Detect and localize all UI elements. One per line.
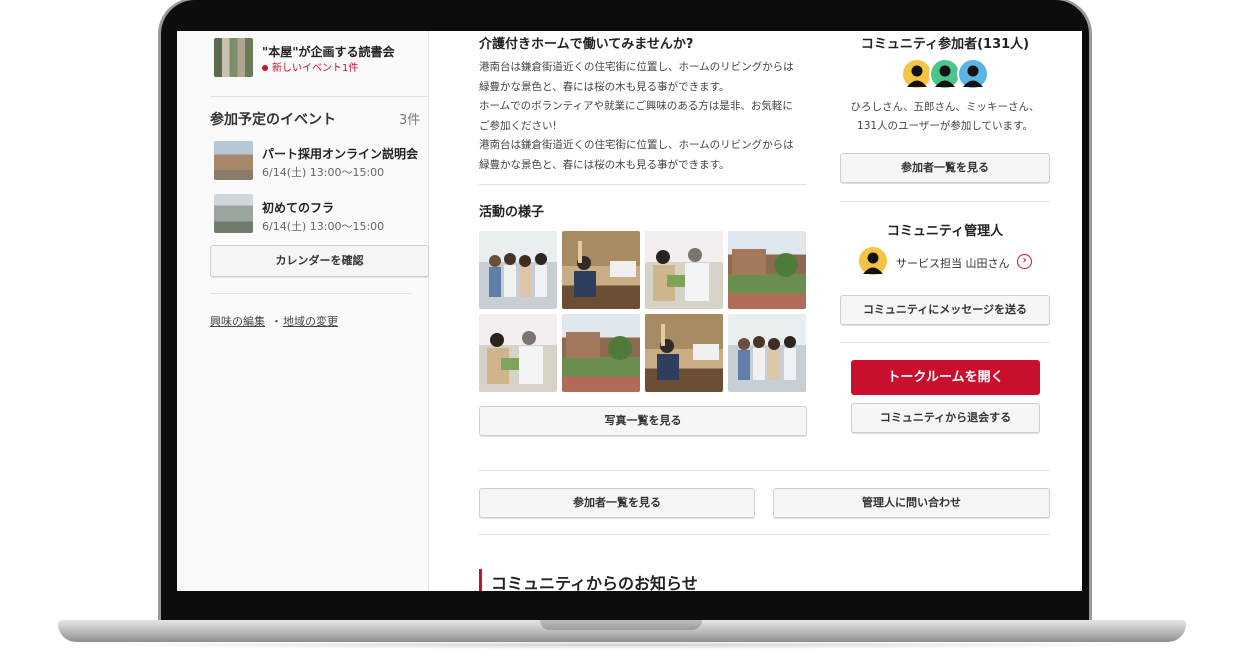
event-date: 6/14(土) 13:00〜15:00 (262, 220, 385, 233)
activity-photo[interactable] (645, 231, 723, 309)
person-icon (935, 65, 955, 87)
activity-photo[interactable] (479, 314, 557, 392)
volunteer-photo-image (653, 248, 709, 301)
open-talkroom-button[interactable]: トークルームを開く (851, 360, 1040, 395)
volunteer-photo-image (487, 331, 543, 384)
members-text: ひろしさん、五郎さん、ミッキーさん、 (850, 101, 1040, 113)
classroom-photo-image (657, 324, 719, 380)
intro-title: 介護付きホームで働いてみませんか? (479, 37, 694, 52)
right-divider (840, 201, 1050, 202)
edit-interests-link[interactable]: 興味の編集 (210, 313, 265, 329)
admin-name: サービス担当 山田さん (896, 257, 1010, 270)
new-event-badge-label: 新しいイベント1件 (272, 63, 359, 74)
calendar-button[interactable]: カレンダーを確認 (210, 245, 429, 277)
news-title: コミュニティからのお知らせ (491, 574, 698, 591)
featured-event-title[interactable]: "本屋"が企画する読書会 (262, 43, 395, 60)
content-divider (479, 184, 807, 185)
campus-photo-image (566, 332, 632, 360)
activity-photo[interactable] (728, 314, 806, 392)
leave-community-button[interactable]: コミュニティから退会する (851, 403, 1040, 433)
intro-line: ご参加ください! (479, 119, 557, 132)
upcoming-count: 3件 (399, 113, 421, 128)
event-thumbnail[interactable] (214, 141, 253, 180)
screen: "本屋"が企画する読書会 新しいイベント1件 参加予定のイベント 3件 パート採… (177, 31, 1082, 591)
intro-line: 港南台は鎌倉街道近くの住宅街に位置し、ホームのリビングからは (479, 61, 794, 73)
activity-photo[interactable] (562, 314, 640, 392)
event-title[interactable]: パート採用オンライン説明会 (262, 145, 418, 162)
content-divider (479, 470, 1050, 471)
laptop-shadow (70, 641, 1174, 649)
members-text: 131人のユーザーが参加しています。 (857, 120, 1033, 132)
laptop-notch (540, 620, 702, 630)
new-dot-icon (262, 65, 268, 71)
admin-avatar (857, 245, 889, 277)
members-title: コミュニティ参加者(131人) (860, 37, 1030, 52)
activity-photo[interactable] (728, 231, 806, 309)
featured-event-thumbnail[interactable] (214, 38, 253, 77)
sidebar-divider (210, 293, 412, 294)
activity-photo[interactable] (645, 314, 723, 392)
activity-title: 活動の様子 (479, 205, 545, 220)
members-list-button-bottom[interactable]: 参加者一覧を見る (479, 488, 755, 518)
new-event-badge: 新しいイベント1件 (262, 59, 358, 74)
upcoming-heading: 参加予定のイベント (210, 112, 336, 128)
person-icon (907, 65, 927, 87)
change-region-link[interactable]: 地域の変更 (283, 313, 338, 329)
link-separator: ・ (271, 315, 282, 328)
person-icon (963, 65, 983, 87)
activity-photo[interactable] (562, 231, 640, 309)
intro-line: 港南台は鎌倉街道近くの住宅街に位置し、ホームのリビングからは (479, 139, 794, 151)
intro-line: 緑豊かな景色と、春には桜の木も見る事ができます。 (479, 158, 730, 171)
chevron-right-icon[interactable]: › (1017, 254, 1032, 269)
right-divider (840, 342, 1050, 343)
group-photo-image (738, 336, 796, 380)
sidebar-divider (210, 96, 429, 97)
group-photo-image (489, 253, 547, 297)
event-thumbnail[interactable] (214, 194, 253, 233)
member-avatar (957, 58, 989, 90)
section-accent-bar (479, 569, 482, 591)
send-message-button[interactable]: コミュニティにメッセージを送る (840, 295, 1050, 325)
classroom-photo-image (574, 241, 636, 297)
intro-paragraph: 港南台は鎌倉街道近くの住宅街に位置し、ホームのリビングからは 緑豊かな景色と、春… (479, 58, 814, 175)
activity-photo[interactable] (479, 231, 557, 309)
admin-title: コミュニティ管理人 (886, 224, 1004, 239)
members-list-button[interactable]: 参加者一覧を見る (840, 153, 1050, 183)
event-date: 6/14(土) 13:00〜15:00 (262, 166, 385, 179)
event-title[interactable]: 初めてのフラ (262, 199, 334, 216)
person-icon (863, 252, 883, 274)
photos-list-button[interactable]: 写真一覧を見る (479, 406, 807, 436)
sidebar: "本屋"が企画する読書会 新しいイベント1件 参加予定のイベント 3件 パート採… (177, 31, 429, 591)
content-divider (479, 534, 1050, 535)
campus-photo-image (732, 249, 798, 277)
intro-line: 緑豊かな景色と、春には桜の木も見る事ができます。 (479, 80, 730, 93)
intro-line: ホームでのボランティアや就業にご興味のある方は是非、お気軽に (479, 100, 793, 112)
contact-admin-button[interactable]: 管理人に問い合わせ (773, 488, 1050, 518)
